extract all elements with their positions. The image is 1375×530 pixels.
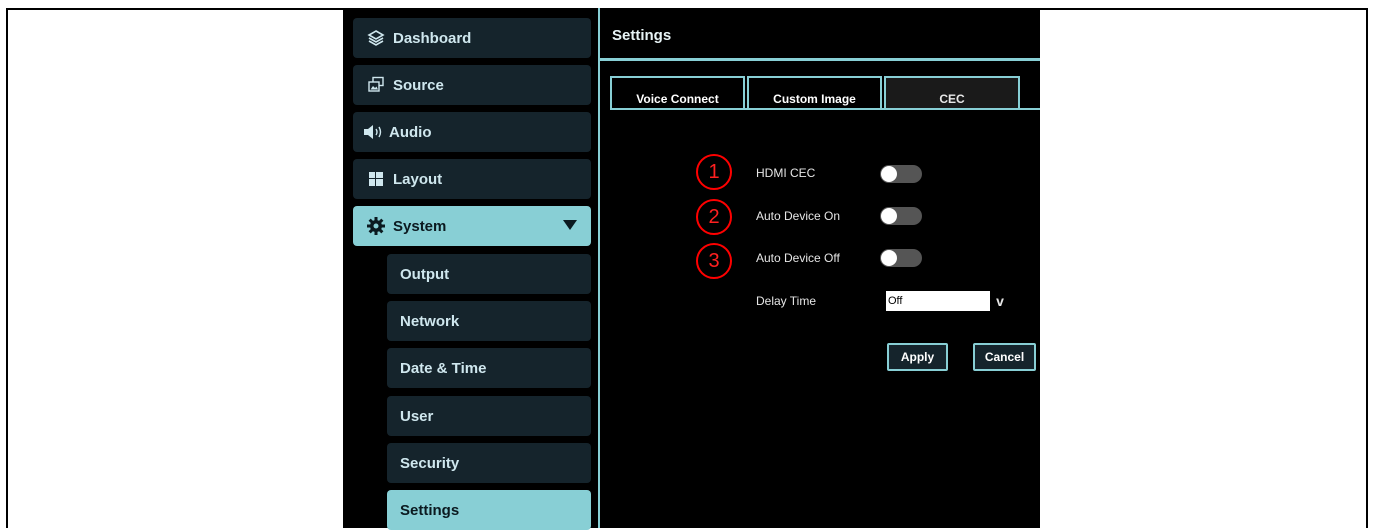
speaker-icon: [361, 121, 387, 143]
auto-device-off-label: Auto Device Off: [756, 251, 840, 265]
sidebar-item-audio[interactable]: Audio: [353, 112, 591, 152]
chevron-down-icon: [563, 218, 577, 235]
tabs-divider: [610, 108, 1040, 110]
page-title: Settings: [612, 27, 672, 44]
cancel-button[interactable]: Cancel: [973, 343, 1036, 371]
annotation-marker-3: 3: [696, 243, 732, 279]
sidebar-item-label: Dashboard: [393, 29, 472, 47]
sidebar-item-system[interactable]: System: [353, 206, 591, 246]
sidebar-subitem-user[interactable]: User: [387, 396, 591, 436]
apply-button[interactable]: Apply: [887, 343, 948, 371]
hdmi-cec-label: HDMI CEC: [756, 166, 816, 180]
delay-time-label: Delay Time: [756, 294, 817, 308]
sidebar-subitem-settings[interactable]: Settings: [387, 490, 591, 530]
auto-device-on-toggle[interactable]: [880, 207, 922, 225]
sidebar-subitem-network[interactable]: Network: [387, 301, 591, 341]
sidebar-subitem-output[interactable]: Output: [387, 254, 591, 294]
sidebar-item-dashboard[interactable]: Dashboard: [353, 18, 591, 58]
auto-device-on-label: Auto Device On: [756, 209, 841, 223]
toggle-knob: [881, 208, 897, 224]
toggle-knob: [881, 250, 897, 266]
toggle-knob: [881, 166, 897, 182]
delay-time-select[interactable]: Off: [886, 291, 990, 311]
tab-voice-connect[interactable]: Voice Connect: [610, 76, 745, 109]
settings-panel: Settings Voice Connect Custom Image CEC …: [598, 8, 1040, 528]
title-divider: [600, 58, 1040, 61]
chevron-down-icon[interactable]: v: [990, 291, 1010, 311]
sidebar-subitem-date-time[interactable]: Date & Time: [387, 348, 591, 388]
tab-cec[interactable]: CEC: [884, 76, 1020, 109]
sidebar: Dashboard Source Audio Layout System Out…: [343, 8, 604, 530]
sidebar-item-label: Source: [393, 76, 444, 94]
layers-icon: [365, 27, 387, 49]
sidebar-item-label: Audio: [389, 123, 432, 141]
annotation-marker-1: 1: [696, 154, 732, 190]
sidebar-item-label: System: [393, 217, 447, 235]
sidebar-item-layout[interactable]: Layout: [353, 159, 591, 199]
hdmi-cec-toggle[interactable]: [880, 165, 922, 183]
tab-custom-image[interactable]: Custom Image: [747, 76, 882, 109]
layout-icon: [365, 168, 387, 190]
auto-device-off-toggle[interactable]: [880, 249, 922, 267]
sidebar-subitem-security[interactable]: Security: [387, 443, 591, 483]
source-icon: [365, 74, 387, 96]
sidebar-item-label: Layout: [393, 170, 443, 188]
gear-icon: [365, 215, 387, 237]
annotation-marker-2: 2: [696, 199, 732, 235]
sidebar-item-source[interactable]: Source: [353, 65, 591, 105]
